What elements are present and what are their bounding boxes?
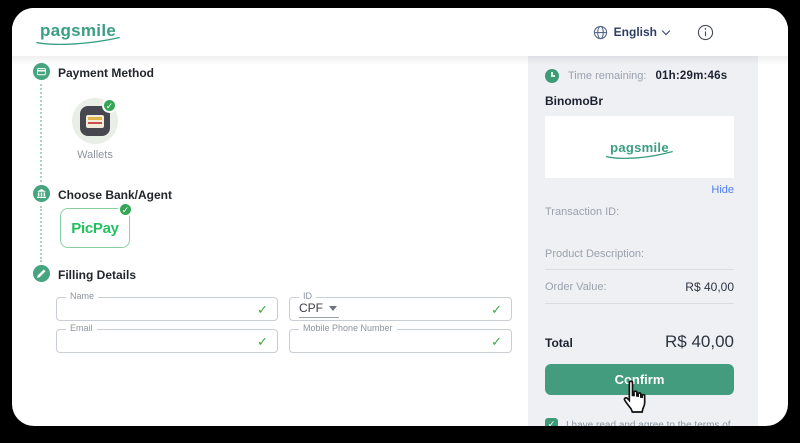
product-description-label: Product Description:: [545, 248, 644, 260]
card-icon: [37, 67, 46, 76]
header: pagsmile English: [12, 8, 788, 56]
info-button[interactable]: [697, 24, 714, 41]
divider: [545, 303, 734, 304]
valid-check-icon: [257, 334, 268, 350]
time-remaining-label: Time remaining:: [568, 70, 646, 82]
step3-title: Filling Details: [58, 268, 136, 282]
time-remaining-value: 01h:29m:46s: [655, 70, 727, 82]
divider: [545, 269, 734, 270]
logo-swoosh: [35, 36, 121, 46]
id-field: ID CPF: [289, 297, 512, 321]
pagsmile-receipt-logo: pagsmile: [610, 140, 669, 155]
name-input[interactable]: [65, 299, 219, 319]
name-field: Name: [56, 297, 278, 321]
phone-input[interactable]: [298, 331, 453, 351]
valid-check-icon: [257, 302, 268, 318]
id-type-value: CPF: [299, 301, 323, 315]
id-field-label: ID: [299, 291, 316, 301]
language-selector[interactable]: English: [593, 25, 669, 40]
transaction-id-label: Transaction ID:: [545, 206, 619, 218]
valid-check-icon: [491, 302, 502, 318]
order-value-row: Order Value: R$ 40,00: [545, 280, 734, 294]
picpay-selected-check-icon: [118, 202, 133, 217]
step3-indicator: [33, 265, 50, 282]
step-connector: [40, 206, 42, 262]
pencil-icon: [37, 269, 46, 278]
step1-title: Payment Method: [58, 66, 154, 80]
clock-icon: [545, 69, 559, 83]
step1-indicator: [33, 63, 50, 80]
globe-icon: [593, 25, 608, 40]
terms-text: I have read and agree to the terms of us…: [566, 418, 738, 426]
time-remaining-row: Time remaining: 01h:29m:46s: [545, 69, 727, 83]
wallet-card-glyph: [86, 115, 104, 128]
email-input[interactable]: [65, 331, 219, 351]
language-label: English: [614, 25, 657, 39]
order-value: R$ 40,00: [685, 280, 734, 294]
total-row: Total R$ 40,00: [545, 332, 734, 352]
merchant-logo-box: pagsmile: [545, 116, 734, 178]
email-field: Email: [56, 329, 278, 353]
total-value: R$ 40,00: [665, 332, 734, 352]
wallet-selected-check-icon: [102, 98, 117, 113]
order-value-label: Order Value:: [545, 281, 607, 293]
header-shadow: [12, 56, 788, 65]
step-connector: [40, 84, 42, 182]
dropdown-caret-icon: [329, 306, 337, 311]
info-icon: [697, 24, 714, 41]
wallet-option-label: Wallets: [50, 149, 140, 161]
checkout-card: pagsmile English: [12, 8, 788, 426]
terms-row: I have read and agree to the terms of us…: [545, 418, 738, 426]
picpay-logo: PicPay: [71, 220, 118, 237]
logo-swoosh: [605, 150, 674, 160]
step2-title: Choose Bank/Agent: [58, 188, 172, 202]
phone-field: Mobile Phone Number: [289, 329, 512, 353]
confirm-button[interactable]: Confirm: [545, 364, 734, 395]
total-label: Total: [545, 336, 573, 350]
chevron-down-icon: [662, 26, 670, 34]
order-summary-panel: Time remaining: 01h:29m:46s BinomoBr pag…: [528, 56, 758, 426]
terms-checkbox[interactable]: [545, 418, 558, 426]
merchant-name: BinomoBr: [545, 94, 603, 108]
bank-icon: [37, 189, 46, 198]
pagsmile-logo: pagsmile: [40, 21, 116, 41]
id-type-dropdown[interactable]: CPF: [299, 301, 339, 318]
hide-link[interactable]: Hide: [711, 184, 734, 196]
step2-indicator: [33, 185, 50, 202]
valid-check-icon: [491, 334, 502, 350]
